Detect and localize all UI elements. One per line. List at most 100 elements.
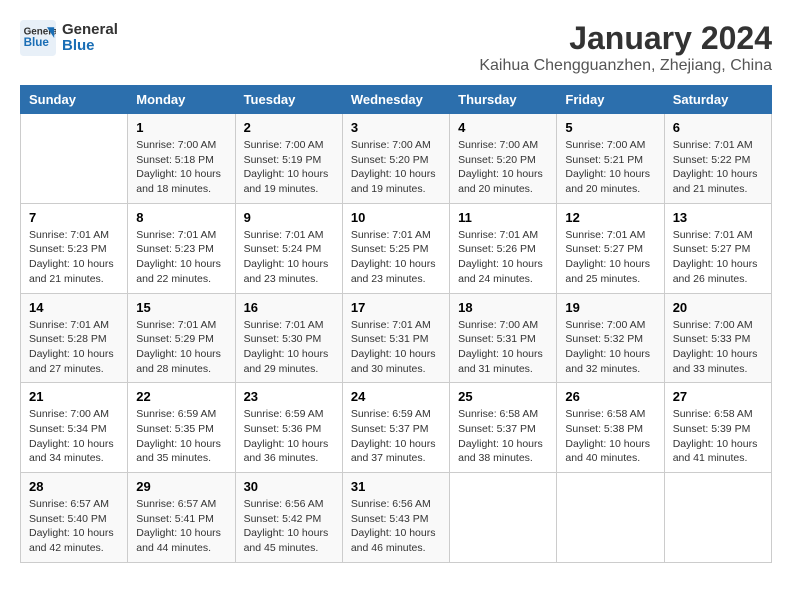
day-info: Sunrise: 6:56 AMSunset: 5:43 PMDaylight:… bbox=[351, 497, 441, 556]
day-info: Sunrise: 7:00 AMSunset: 5:33 PMDaylight:… bbox=[673, 318, 763, 377]
day-info: Sunrise: 7:01 AMSunset: 5:23 PMDaylight:… bbox=[29, 228, 119, 287]
day-number: 30 bbox=[244, 479, 334, 494]
day-header-tuesday: Tuesday bbox=[235, 86, 342, 114]
day-info: Sunrise: 7:01 AMSunset: 5:27 PMDaylight:… bbox=[565, 228, 655, 287]
day-number: 1 bbox=[136, 120, 226, 135]
calendar-cell: 24 Sunrise: 6:59 AMSunset: 5:37 PMDaylig… bbox=[342, 383, 449, 473]
day-header-wednesday: Wednesday bbox=[342, 86, 449, 114]
calendar-cell: 17 Sunrise: 7:01 AMSunset: 5:31 PMDaylig… bbox=[342, 293, 449, 383]
day-number: 3 bbox=[351, 120, 441, 135]
day-number: 21 bbox=[29, 389, 119, 404]
calendar-cell: 9 Sunrise: 7:01 AMSunset: 5:24 PMDayligh… bbox=[235, 203, 342, 293]
logo-icon: General Blue bbox=[20, 20, 56, 56]
calendar-cell: 16 Sunrise: 7:01 AMSunset: 5:30 PMDaylig… bbox=[235, 293, 342, 383]
calendar-cell: 8 Sunrise: 7:01 AMSunset: 5:23 PMDayligh… bbox=[128, 203, 235, 293]
calendar-cell: 14 Sunrise: 7:01 AMSunset: 5:28 PMDaylig… bbox=[21, 293, 128, 383]
day-header-monday: Monday bbox=[128, 86, 235, 114]
day-info: Sunrise: 6:57 AMSunset: 5:41 PMDaylight:… bbox=[136, 497, 226, 556]
calendar-cell: 12 Sunrise: 7:01 AMSunset: 5:27 PMDaylig… bbox=[557, 203, 664, 293]
day-info: Sunrise: 6:58 AMSunset: 5:39 PMDaylight:… bbox=[673, 407, 763, 466]
day-info: Sunrise: 7:01 AMSunset: 5:29 PMDaylight:… bbox=[136, 318, 226, 377]
calendar-cell: 21 Sunrise: 7:00 AMSunset: 5:34 PMDaylig… bbox=[21, 383, 128, 473]
week-row-4: 21 Sunrise: 7:00 AMSunset: 5:34 PMDaylig… bbox=[21, 383, 772, 473]
day-number: 6 bbox=[673, 120, 763, 135]
calendar-cell: 6 Sunrise: 7:01 AMSunset: 5:22 PMDayligh… bbox=[664, 114, 771, 204]
day-info: Sunrise: 7:01 AMSunset: 5:23 PMDaylight:… bbox=[136, 228, 226, 287]
day-info: Sunrise: 6:56 AMSunset: 5:42 PMDaylight:… bbox=[244, 497, 334, 556]
day-info: Sunrise: 6:59 AMSunset: 5:36 PMDaylight:… bbox=[244, 407, 334, 466]
svg-text:Blue: Blue bbox=[24, 36, 50, 49]
day-number: 28 bbox=[29, 479, 119, 494]
calendar-cell: 23 Sunrise: 6:59 AMSunset: 5:36 PMDaylig… bbox=[235, 383, 342, 473]
logo-general: General bbox=[62, 22, 118, 39]
day-number: 20 bbox=[673, 300, 763, 315]
calendar-cell bbox=[664, 473, 771, 563]
day-info: Sunrise: 6:58 AMSunset: 5:37 PMDaylight:… bbox=[458, 407, 548, 466]
page-subtitle: Kaihua Chengguanzhen, Zhejiang, China bbox=[479, 57, 772, 75]
day-info: Sunrise: 7:00 AMSunset: 5:21 PMDaylight:… bbox=[565, 138, 655, 197]
day-info: Sunrise: 7:01 AMSunset: 5:30 PMDaylight:… bbox=[244, 318, 334, 377]
day-number: 15 bbox=[136, 300, 226, 315]
calendar-cell: 4 Sunrise: 7:00 AMSunset: 5:20 PMDayligh… bbox=[450, 114, 557, 204]
day-number: 24 bbox=[351, 389, 441, 404]
day-info: Sunrise: 7:01 AMSunset: 5:27 PMDaylight:… bbox=[673, 228, 763, 287]
title-block: January 2024 Kaihua Chengguanzhen, Zheji… bbox=[479, 20, 772, 75]
calendar-cell: 1 Sunrise: 7:00 AMSunset: 5:18 PMDayligh… bbox=[128, 114, 235, 204]
day-header-sunday: Sunday bbox=[21, 86, 128, 114]
day-info: Sunrise: 7:01 AMSunset: 5:25 PMDaylight:… bbox=[351, 228, 441, 287]
calendar-cell: 2 Sunrise: 7:00 AMSunset: 5:19 PMDayligh… bbox=[235, 114, 342, 204]
week-row-5: 28 Sunrise: 6:57 AMSunset: 5:40 PMDaylig… bbox=[21, 473, 772, 563]
day-info: Sunrise: 7:00 AMSunset: 5:20 PMDaylight:… bbox=[458, 138, 548, 197]
day-number: 22 bbox=[136, 389, 226, 404]
day-number: 12 bbox=[565, 210, 655, 225]
day-number: 19 bbox=[565, 300, 655, 315]
day-number: 29 bbox=[136, 479, 226, 494]
page-title: January 2024 bbox=[479, 20, 772, 57]
day-info: Sunrise: 7:00 AMSunset: 5:18 PMDaylight:… bbox=[136, 138, 226, 197]
calendar-cell: 7 Sunrise: 7:01 AMSunset: 5:23 PMDayligh… bbox=[21, 203, 128, 293]
calendar-cell: 27 Sunrise: 6:58 AMSunset: 5:39 PMDaylig… bbox=[664, 383, 771, 473]
day-number: 18 bbox=[458, 300, 548, 315]
calendar-table: SundayMondayTuesdayWednesdayThursdayFrid… bbox=[20, 85, 772, 563]
day-number: 4 bbox=[458, 120, 548, 135]
calendar-cell: 3 Sunrise: 7:00 AMSunset: 5:20 PMDayligh… bbox=[342, 114, 449, 204]
day-number: 16 bbox=[244, 300, 334, 315]
day-number: 25 bbox=[458, 389, 548, 404]
calendar-cell: 31 Sunrise: 6:56 AMSunset: 5:43 PMDaylig… bbox=[342, 473, 449, 563]
calendar-cell: 20 Sunrise: 7:00 AMSunset: 5:33 PMDaylig… bbox=[664, 293, 771, 383]
calendar-cell: 15 Sunrise: 7:01 AMSunset: 5:29 PMDaylig… bbox=[128, 293, 235, 383]
logo: General Blue General Blue bbox=[20, 20, 118, 56]
day-info: Sunrise: 7:00 AMSunset: 5:32 PMDaylight:… bbox=[565, 318, 655, 377]
page-header: General Blue General Blue January 2024 K… bbox=[20, 20, 772, 75]
calendar-cell bbox=[21, 114, 128, 204]
day-info: Sunrise: 6:59 AMSunset: 5:35 PMDaylight:… bbox=[136, 407, 226, 466]
calendar-cell: 10 Sunrise: 7:01 AMSunset: 5:25 PMDaylig… bbox=[342, 203, 449, 293]
day-number: 13 bbox=[673, 210, 763, 225]
calendar-cell: 11 Sunrise: 7:01 AMSunset: 5:26 PMDaylig… bbox=[450, 203, 557, 293]
logo-blue: Blue bbox=[62, 38, 118, 55]
day-number: 2 bbox=[244, 120, 334, 135]
day-info: Sunrise: 7:01 AMSunset: 5:31 PMDaylight:… bbox=[351, 318, 441, 377]
day-number: 10 bbox=[351, 210, 441, 225]
calendar-cell: 13 Sunrise: 7:01 AMSunset: 5:27 PMDaylig… bbox=[664, 203, 771, 293]
day-number: 31 bbox=[351, 479, 441, 494]
calendar-cell: 28 Sunrise: 6:57 AMSunset: 5:40 PMDaylig… bbox=[21, 473, 128, 563]
calendar-cell bbox=[450, 473, 557, 563]
week-row-2: 7 Sunrise: 7:01 AMSunset: 5:23 PMDayligh… bbox=[21, 203, 772, 293]
day-info: Sunrise: 7:00 AMSunset: 5:34 PMDaylight:… bbox=[29, 407, 119, 466]
week-row-3: 14 Sunrise: 7:01 AMSunset: 5:28 PMDaylig… bbox=[21, 293, 772, 383]
calendar-cell: 26 Sunrise: 6:58 AMSunset: 5:38 PMDaylig… bbox=[557, 383, 664, 473]
day-info: Sunrise: 6:58 AMSunset: 5:38 PMDaylight:… bbox=[565, 407, 655, 466]
day-info: Sunrise: 7:01 AMSunset: 5:24 PMDaylight:… bbox=[244, 228, 334, 287]
day-number: 14 bbox=[29, 300, 119, 315]
day-info: Sunrise: 7:01 AMSunset: 5:26 PMDaylight:… bbox=[458, 228, 548, 287]
day-info: Sunrise: 7:01 AMSunset: 5:28 PMDaylight:… bbox=[29, 318, 119, 377]
calendar-cell: 25 Sunrise: 6:58 AMSunset: 5:37 PMDaylig… bbox=[450, 383, 557, 473]
day-number: 27 bbox=[673, 389, 763, 404]
day-info: Sunrise: 7:00 AMSunset: 5:19 PMDaylight:… bbox=[244, 138, 334, 197]
day-info: Sunrise: 7:00 AMSunset: 5:20 PMDaylight:… bbox=[351, 138, 441, 197]
day-number: 17 bbox=[351, 300, 441, 315]
day-info: Sunrise: 6:59 AMSunset: 5:37 PMDaylight:… bbox=[351, 407, 441, 466]
calendar-cell: 22 Sunrise: 6:59 AMSunset: 5:35 PMDaylig… bbox=[128, 383, 235, 473]
day-info: Sunrise: 7:01 AMSunset: 5:22 PMDaylight:… bbox=[673, 138, 763, 197]
